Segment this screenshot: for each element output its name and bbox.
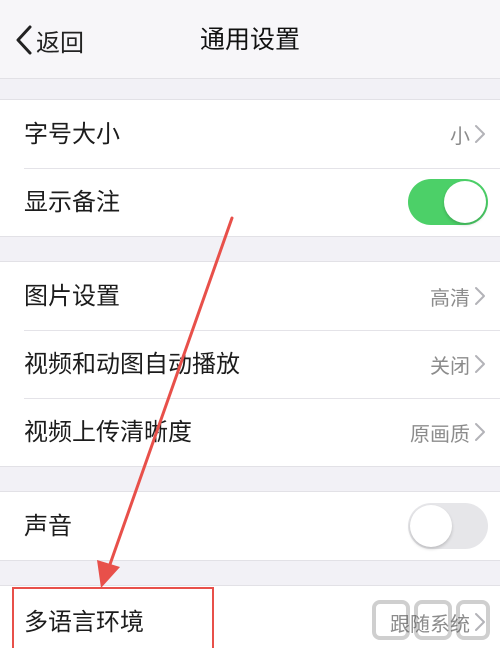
show-remark-toggle[interactable] [408, 179, 488, 225]
annotation-highlight-box [12, 587, 214, 648]
font-size-row[interactable]: 字号大小 小 [0, 100, 500, 168]
toggle-knob [410, 505, 452, 547]
font-size-value-wrap: 小 [450, 100, 486, 168]
video-autoplay-row[interactable]: 视频和动图自动播放 关闭 [0, 330, 500, 398]
video-upload-quality-value-wrap: 原画质 [410, 398, 486, 466]
image-settings-value-wrap: 高清 [430, 262, 486, 330]
show-remark-label: 显示备注 [24, 188, 120, 216]
chevron-right-icon [475, 355, 485, 373]
video-autoplay-label: 视频和动图自动播放 [24, 350, 240, 378]
chevron-right-icon [475, 423, 485, 441]
language-value-wrap: 跟随系统 [390, 588, 486, 648]
image-settings-value: 高清 [430, 285, 470, 310]
font-size-label: 字号大小 [24, 120, 120, 148]
font-size-value: 小 [450, 123, 470, 148]
chevron-right-icon [475, 613, 485, 631]
show-remark-row: 显示备注 [0, 168, 500, 236]
language-value: 跟随系统 [390, 611, 470, 636]
video-upload-quality-row[interactable]: 视频上传清晰度 原画质 [0, 398, 500, 466]
settings-group-media: 图片设置 高清 视频和动图自动播放 关闭 视频上传清晰度 原画质 [0, 261, 500, 467]
sound-toggle[interactable] [408, 503, 488, 549]
settings-group-sound: 声音 [0, 491, 500, 561]
image-settings-row[interactable]: 图片设置 高清 [0, 262, 500, 330]
chevron-right-icon [475, 125, 485, 143]
sound-row: 声音 [0, 492, 500, 560]
toggle-knob [444, 181, 486, 223]
video-upload-quality-value: 原画质 [410, 421, 470, 446]
settings-group-display: 字号大小 小 显示备注 [0, 99, 500, 237]
settings-screen: 返回 通用设置 字号大小 小 显示备注 图片设置 高清 视频和动图自动播放 关闭… [0, 0, 500, 648]
video-autoplay-value: 关闭 [430, 353, 470, 378]
chevron-right-icon [475, 287, 485, 305]
nav-bar: 返回 通用设置 [0, 0, 500, 79]
sound-label: 声音 [24, 512, 72, 540]
page-title: 通用设置 [199, 25, 300, 54]
video-autoplay-value-wrap: 关闭 [430, 330, 486, 398]
video-upload-quality-label: 视频上传清晰度 [24, 418, 192, 446]
image-settings-label: 图片设置 [24, 282, 120, 310]
